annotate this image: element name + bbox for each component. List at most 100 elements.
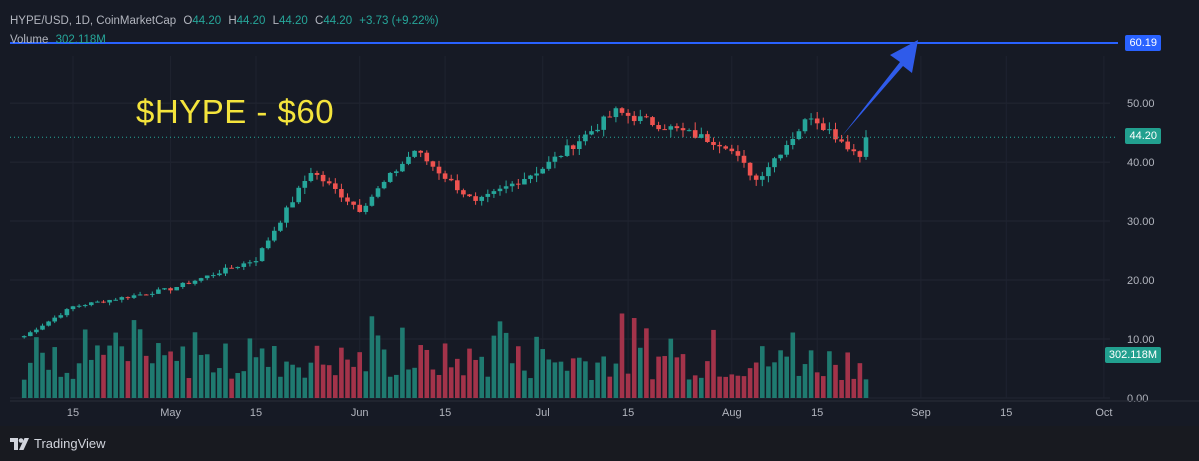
volume-bar — [784, 356, 789, 398]
price-chart[interactable]: 50.00 40.00 30.00 20.00 10.00 0.00 15 May 15 Jun 1… — [0, 0, 1199, 426]
volume-bar — [253, 357, 259, 398]
candle — [192, 280, 198, 284]
candle — [595, 129, 600, 132]
candle — [95, 301, 100, 303]
volume-bar — [552, 362, 558, 398]
volume-bar — [28, 362, 33, 398]
volume-bar — [143, 355, 149, 398]
volume-bar — [741, 376, 747, 398]
candle — [802, 119, 808, 132]
volume-bar — [424, 349, 430, 398]
volume-bar — [699, 377, 704, 398]
candle — [119, 297, 125, 300]
footer — [0, 426, 1199, 461]
candle — [333, 183, 338, 189]
candle — [448, 178, 454, 181]
open-value: 44.20 — [192, 15, 222, 27]
volume-bar — [601, 356, 606, 398]
candle — [680, 128, 686, 131]
x-tick-label: 15 — [250, 407, 262, 419]
candle — [839, 139, 844, 142]
candle — [381, 181, 387, 189]
candle — [28, 332, 33, 337]
volume-bar — [52, 347, 57, 398]
candle — [186, 282, 192, 284]
candle — [113, 299, 118, 301]
volume-bar — [64, 372, 70, 398]
volume-bar — [89, 359, 94, 398]
volume-bar — [412, 367, 417, 398]
volume-bar — [296, 367, 301, 398]
candle — [723, 146, 728, 149]
volume-bar — [326, 365, 332, 398]
volume-bar — [247, 338, 253, 398]
x-tick-label: Sep — [911, 407, 931, 419]
candle — [497, 188, 503, 192]
volume-bar — [387, 376, 393, 398]
candle — [204, 275, 210, 279]
candle — [613, 108, 619, 118]
volume-bar — [692, 375, 698, 398]
last-price-tag: 44.20 — [1125, 128, 1161, 144]
volume-bar — [46, 369, 51, 398]
candle — [89, 302, 94, 306]
candle — [387, 172, 393, 182]
candle — [107, 299, 112, 303]
volume-bar — [76, 363, 82, 398]
volume-bar — [339, 347, 344, 398]
high-label: H — [228, 15, 237, 27]
tradingview-logo[interactable]: TradingView — [10, 436, 106, 451]
candle — [668, 126, 674, 130]
candle — [735, 151, 741, 156]
candle — [52, 317, 57, 322]
candle — [162, 288, 167, 290]
candle — [296, 187, 301, 203]
candle — [509, 183, 515, 187]
annotation-text[interactable]: $HYPE - $60 — [136, 93, 334, 131]
volume-bar — [558, 361, 564, 398]
volume-bar — [394, 374, 399, 398]
candle — [607, 116, 613, 118]
candle — [143, 294, 149, 296]
volume-bar — [217, 368, 222, 398]
volume-bar — [522, 370, 527, 398]
candle — [619, 108, 625, 113]
candle — [272, 230, 277, 241]
candle — [253, 261, 259, 263]
volume-bar — [680, 354, 686, 398]
candle — [247, 262, 253, 264]
candle — [430, 161, 436, 167]
candle — [229, 267, 234, 269]
candle — [131, 295, 137, 298]
volume-bar — [150, 363, 155, 398]
volume-bar — [174, 360, 179, 398]
volume-bar — [747, 368, 753, 398]
candle — [534, 173, 539, 176]
volume-bar — [631, 318, 637, 398]
candle — [442, 173, 448, 179]
volume-bar — [168, 351, 173, 398]
volume-bar — [607, 376, 613, 398]
volume-bar — [211, 372, 216, 398]
volume-bar — [357, 352, 362, 398]
volume-bar — [241, 371, 247, 398]
candle — [46, 321, 51, 326]
volume-bar — [302, 377, 308, 398]
volume-bar — [406, 369, 411, 398]
x-tick-label: 15 — [1000, 407, 1012, 419]
candle — [528, 175, 533, 179]
volume-bar — [162, 355, 167, 398]
volume-bar — [284, 361, 289, 398]
volume-bar — [40, 352, 45, 398]
y-tick-label: 0.00 — [1127, 393, 1148, 405]
candle — [363, 205, 369, 212]
candle — [796, 131, 802, 139]
volume-bar — [839, 379, 844, 398]
volume-bar — [107, 345, 112, 398]
volume-bar — [235, 373, 240, 398]
volume-bar — [796, 375, 802, 398]
volume-bar — [802, 364, 808, 398]
volume-bar — [204, 354, 210, 398]
candle — [461, 190, 466, 195]
candle — [278, 222, 283, 231]
